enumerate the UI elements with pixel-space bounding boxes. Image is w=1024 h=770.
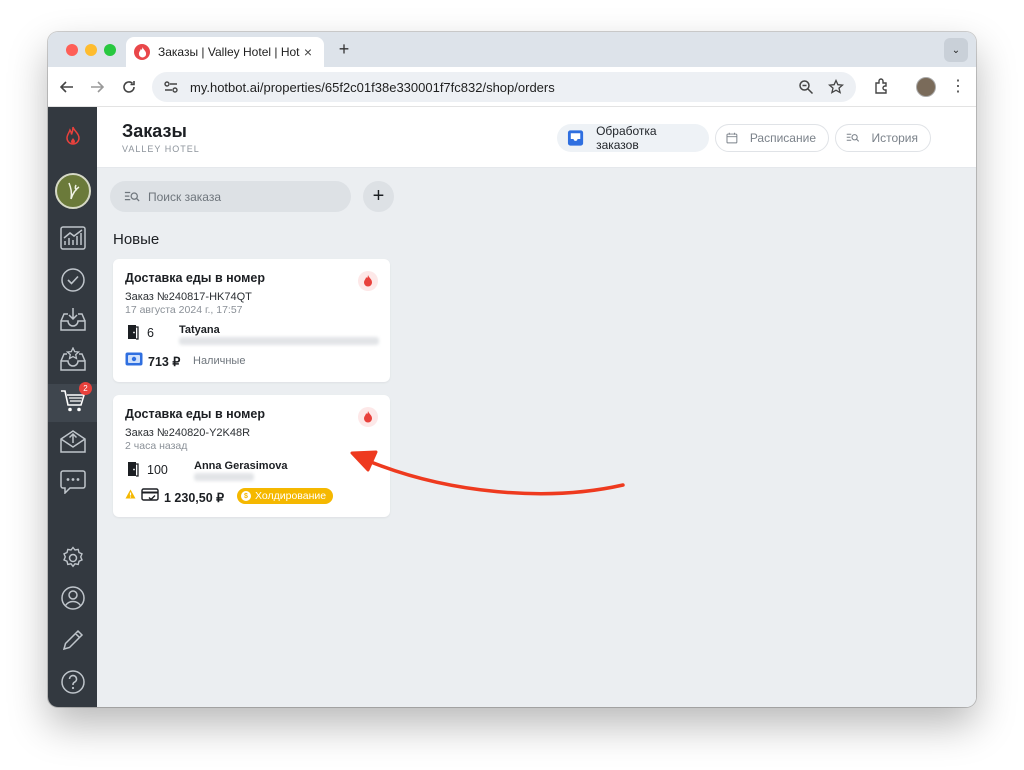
order-title: Доставка еды в номер xyxy=(125,271,265,285)
order-card[interactable]: Доставка еды в номер Заказ №240820-Y2K48… xyxy=(113,395,390,517)
order-title: Доставка еды в номер xyxy=(125,407,265,421)
guest-name: Anna Gerasimova xyxy=(194,460,288,472)
order-processing-label: Обработка заказов xyxy=(596,124,657,152)
tasks-check-icon[interactable] xyxy=(60,267,86,293)
maximize-window-button[interactable] xyxy=(104,44,116,56)
room-number: 100 xyxy=(147,463,168,477)
order-time: 17 августа 2024 г., 17:57 xyxy=(125,304,243,316)
order-number: Заказ №240820-Y2K48R xyxy=(125,427,251,439)
edit-pencil-icon[interactable] xyxy=(60,627,86,653)
order-search-input[interactable]: Поиск заказа xyxy=(110,181,351,212)
url-text: my.hotbot.ai/properties/65f2c01f38e33000… xyxy=(190,79,555,95)
cash-icon xyxy=(125,352,143,366)
address-bar[interactable]: my.hotbot.ai/properties/65f2c01f38e33000… xyxy=(152,72,856,102)
extensions-puzzle-icon[interactable] xyxy=(872,77,892,97)
calendar-icon xyxy=(726,132,738,144)
flame-icon xyxy=(358,271,378,291)
hotbot-favicon-icon xyxy=(134,44,150,60)
inbox-download-icon[interactable] xyxy=(60,306,86,332)
mail-send-icon[interactable] xyxy=(60,428,86,454)
forward-arrow-icon[interactable] xyxy=(86,76,108,98)
history-button[interactable]: История xyxy=(835,124,931,152)
page-title: Заказы xyxy=(122,121,187,141)
order-price: 713 ₽ xyxy=(148,355,181,369)
back-arrow-icon[interactable] xyxy=(56,76,78,98)
list-search-icon xyxy=(124,191,140,201)
new-tab-button[interactable]: + xyxy=(334,39,354,60)
card-payment-icon xyxy=(141,488,159,501)
property-avatar[interactable] xyxy=(55,173,91,209)
coin-icon: $ xyxy=(241,491,251,501)
order-number: Заказ №240817-HK74QT xyxy=(125,291,252,303)
order-processing-button[interactable]: Обработка заказов xyxy=(557,124,709,152)
add-order-button[interactable]: + xyxy=(363,181,394,212)
reviews-star-icon[interactable] xyxy=(60,346,86,372)
schedule-label: Расписание xyxy=(749,131,816,145)
inbox-tray-icon xyxy=(567,130,584,146)
flame-icon xyxy=(358,407,378,427)
hotbot-logo-icon[interactable] xyxy=(60,123,86,149)
tab-strip: Заказы | Valley Hotel | Hotbot × + ⌄ xyxy=(48,32,976,67)
browser-toolbar: my.hotbot.ai/properties/65f2c01f38e33000… xyxy=(48,67,976,107)
close-window-button[interactable] xyxy=(66,44,78,56)
guest-details-blurred xyxy=(194,473,254,481)
user-profile-icon[interactable] xyxy=(60,585,86,611)
settings-gear-icon[interactable] xyxy=(60,545,86,571)
list-search-icon xyxy=(846,133,860,142)
warning-icon xyxy=(125,489,136,499)
search-placeholder: Поиск заказа xyxy=(148,189,221,204)
section-title-new: Новые xyxy=(113,231,160,248)
room-number: 6 xyxy=(147,326,154,340)
order-price: 1 230,50 ₽ xyxy=(164,491,225,505)
tab-close-icon[interactable]: × xyxy=(300,44,316,60)
hotel-name: VALLEY HOTEL xyxy=(122,144,200,154)
analytics-chart-icon[interactable] xyxy=(60,225,86,251)
order-time: 2 часа назад xyxy=(125,440,188,452)
tab-title: Заказы | Valley Hotel | Hotbot xyxy=(158,45,300,59)
help-question-icon[interactable] xyxy=(60,669,86,695)
profile-avatar[interactable] xyxy=(916,77,936,97)
schedule-button[interactable]: Расписание xyxy=(715,124,829,152)
guest-name: Tatyana xyxy=(179,324,220,336)
cart-count-badge: 2 xyxy=(79,382,92,395)
site-settings-icon[interactable] xyxy=(162,78,180,96)
browser-menu-icon[interactable]: ⋮ xyxy=(950,76,966,96)
sidebar: 2 xyxy=(48,107,97,707)
reload-icon[interactable] xyxy=(118,76,140,98)
minimize-window-button[interactable] xyxy=(85,44,97,56)
chat-bubble-icon[interactable] xyxy=(60,469,86,495)
tab-search-button[interactable]: ⌄ xyxy=(944,38,968,62)
browser-window: Заказы | Valley Hotel | Hotbot × + ⌄ my.… xyxy=(48,32,976,707)
hold-status-badge: $ Холдирование xyxy=(237,488,334,504)
order-card[interactable]: Доставка еды в номер Заказ №240817-HK74Q… xyxy=(113,259,390,382)
hold-status-label: Холдирование xyxy=(255,490,327,502)
guest-details-blurred xyxy=(179,337,379,345)
browser-tab[interactable]: Заказы | Valley Hotel | Hotbot × xyxy=(126,37,324,67)
page-header: Заказы VALLEY HOTEL Обработка заказов Ра… xyxy=(97,107,976,168)
history-label: История xyxy=(871,131,918,145)
zoom-icon[interactable] xyxy=(798,79,814,95)
orders-content: Поиск заказа + Новые Доставка еды в номе… xyxy=(97,168,976,707)
room-door-icon xyxy=(128,462,139,477)
app-container: 2 Заказы VALLEY HOTEL Обработка заказов … xyxy=(48,107,976,707)
bookmark-star-icon[interactable] xyxy=(828,79,844,95)
room-door-icon xyxy=(128,325,139,340)
payment-method: Наличные xyxy=(193,355,246,367)
